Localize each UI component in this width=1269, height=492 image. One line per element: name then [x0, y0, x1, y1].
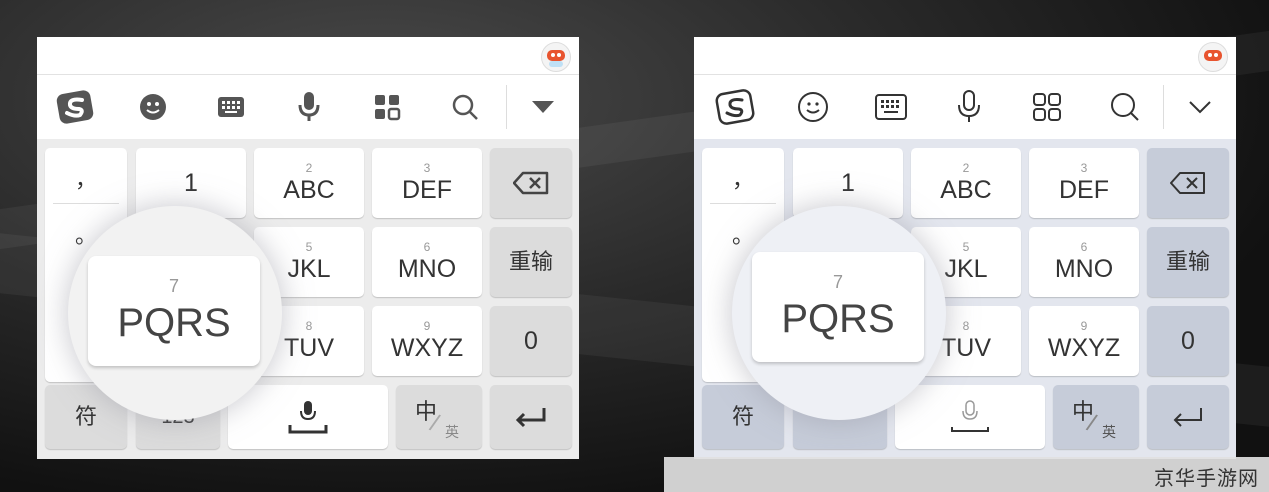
keyboard-panel-right: ， 。 1 2 ABC 3 DEF 5 JKL 6 MNO 重输 8 TUV 9 WXYZ …: [694, 37, 1236, 459]
enter-icon: [1173, 408, 1202, 427]
sogou-logo-icon[interactable]: [40, 75, 110, 139]
magnified-key-7-pqrs[interactable]: 7 PQRS: [88, 256, 260, 366]
search-icon[interactable]: [1090, 75, 1160, 139]
microphone-icon[interactable]: [274, 75, 344, 139]
enter-button[interactable]: [1147, 385, 1229, 449]
toolbar: [694, 74, 1236, 139]
comma-key[interactable]: ，: [45, 162, 127, 194]
avatar-icon[interactable]: [1198, 42, 1228, 72]
comma-key[interactable]: ，: [702, 162, 784, 194]
emoji-icon[interactable]: [118, 75, 188, 139]
collapse-icon[interactable]: [508, 75, 578, 139]
reinput-button[interactable]: 重输: [1147, 227, 1229, 297]
enter-icon: [515, 408, 546, 428]
space-button[interactable]: [895, 385, 1045, 449]
apps-grid-icon[interactable]: [352, 75, 422, 139]
cn-en-switch[interactable]: 中 / 英: [396, 385, 482, 449]
keyboard-icon[interactable]: [856, 75, 926, 139]
key-2-abc[interactable]: 2 ABC: [911, 148, 1021, 218]
avatar-icon[interactable]: [541, 42, 571, 72]
space-mic-icon: [951, 400, 989, 432]
key-2-abc[interactable]: 2 ABC: [254, 148, 364, 218]
key-6-mno[interactable]: 6 MNO: [372, 227, 482, 297]
emoji-icon[interactable]: [778, 75, 848, 139]
key-9-wxyz[interactable]: 9 WXYZ: [372, 306, 482, 376]
key-3-def[interactable]: 3 DEF: [372, 148, 482, 218]
search-icon[interactable]: [430, 75, 500, 139]
magnified-key-7-pqrs[interactable]: 7 PQRS: [752, 252, 924, 362]
candidate-bar: [37, 37, 579, 74]
candidate-bar: [694, 37, 1236, 74]
backspace-icon: [513, 171, 549, 195]
keyboard-panel-left: ， 。 1 2 ABC 3 DEF 5 JKL 6 MNO 重输 8 TUV 9 WXYZ …: [37, 37, 579, 459]
reinput-button[interactable]: 重输: [490, 227, 572, 297]
enter-button[interactable]: [490, 385, 572, 449]
keyboard-icon[interactable]: [196, 75, 266, 139]
watermark-text: 京华手游网: [1154, 468, 1259, 490]
apps-grid-icon[interactable]: [1012, 75, 1082, 139]
cn-en-switch[interactable]: 中 / 英: [1053, 385, 1139, 449]
key-magnifier: 7 PQRS: [732, 206, 946, 420]
microphone-icon[interactable]: [934, 75, 1004, 139]
backspace-button[interactable]: [1147, 148, 1229, 218]
key-0[interactable]: 0: [490, 306, 572, 376]
key-3-def[interactable]: 3 DEF: [1029, 148, 1139, 218]
watermark: 京华手游网: [664, 457, 1269, 492]
space-mic-icon: [288, 401, 328, 434]
sogou-logo-icon[interactable]: [700, 75, 770, 139]
space-button[interactable]: [228, 385, 388, 449]
key-9-wxyz[interactable]: 9 WXYZ: [1029, 306, 1139, 376]
backspace-button[interactable]: [490, 148, 572, 218]
key-magnifier: 7 PQRS: [68, 206, 282, 420]
key-0[interactable]: 0: [1147, 306, 1229, 376]
toolbar: [37, 74, 579, 139]
key-6-mno[interactable]: 6 MNO: [1029, 227, 1139, 297]
backspace-icon: [1170, 172, 1205, 194]
collapse-icon[interactable]: [1165, 75, 1235, 139]
